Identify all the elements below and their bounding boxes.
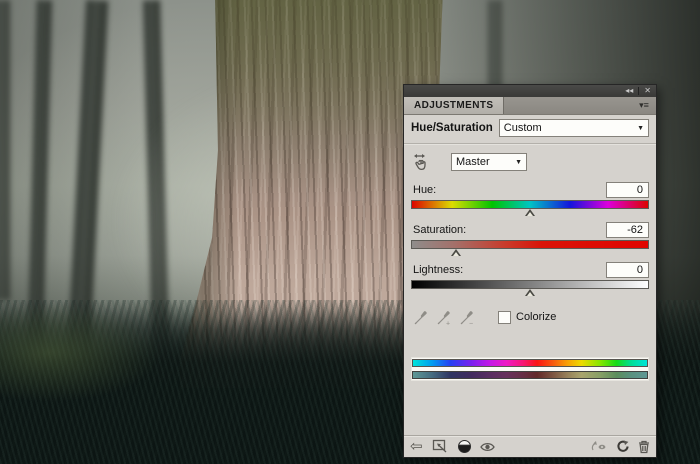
collapse-panel-button[interactable]: ◂◂ <box>620 87 638 95</box>
toggle-layer-visibility-button[interactable] <box>457 438 471 455</box>
adjustment-title: Hue/Saturation <box>411 122 493 134</box>
chevron-down-icon: ▼ <box>515 158 522 166</box>
saturation-value-field[interactable]: -62 <box>606 221 649 238</box>
reset-icon <box>617 440 629 452</box>
visibility-ball-icon <box>457 440 471 453</box>
colorize-label: Colorize <box>516 311 557 323</box>
saturation-label: Saturation: <box>413 223 467 236</box>
saturation-slider-marker[interactable] <box>451 249 462 256</box>
eyedropper-subtract-icon[interactable]: − <box>459 309 475 326</box>
background-tree <box>0 0 10 300</box>
hue-slider-group: Hue: 0 <box>411 181 649 217</box>
delete-adjustment-button[interactable] <box>638 438 650 455</box>
chevron-down-icon: ▼ <box>637 124 644 132</box>
panel-menu-icon[interactable]: ▾≡ <box>636 99 652 111</box>
divider <box>404 143 656 145</box>
plus-sign: + <box>446 320 450 326</box>
lightness-gradient-bar[interactable] <box>411 280 649 289</box>
channel-dropdown-value: Master <box>456 156 490 168</box>
close-panel-button[interactable]: ✕ <box>639 87 656 95</box>
minus-sign: − <box>469 320 473 326</box>
previous-state-icon <box>591 441 606 451</box>
panel-tabstrip: ADJUSTMENTS ▾≡ <box>404 97 656 115</box>
reset-adjustment-button[interactable] <box>616 438 629 455</box>
saturation-slider-group: Saturation: -62 <box>411 221 649 257</box>
colorize-option[interactable]: Colorize <box>498 310 557 324</box>
trash-icon <box>639 440 649 453</box>
adjustments-panel: ◂◂ ✕ ADJUSTMENTS ▾≡ Hue/Saturation Custo… <box>403 84 657 458</box>
view-previous-state-button[interactable] <box>590 438 607 455</box>
targeted-adjustment-tool-icon[interactable] <box>413 153 433 171</box>
screenshot-root: ◂◂ ✕ ADJUSTMENTS ▾≡ Hue/Saturation Custo… <box>0 0 700 464</box>
hue-value-field[interactable]: 0 <box>606 181 649 198</box>
layer-visibility-eye-button[interactable] <box>479 438 495 455</box>
panel-titlebar: ◂◂ ✕ <box>404 85 656 97</box>
preset-dropdown[interactable]: Custom ▼ <box>498 119 649 137</box>
panel-bottom-toolbar: ⇦ <box>404 435 656 457</box>
output-hue-spectrum-bar <box>412 371 648 379</box>
back-arrow-icon: ⇦ <box>410 438 423 455</box>
channel-dropdown[interactable]: Master ▼ <box>451 153 527 171</box>
eyedropper-icon[interactable] <box>413 309 429 326</box>
lightness-slider-marker[interactable] <box>525 289 535 296</box>
clip-to-layer-icon <box>432 439 447 453</box>
eye-icon <box>479 442 495 451</box>
clip-to-layer-button[interactable] <box>432 438 449 455</box>
return-to-adjustment-list-button[interactable]: ⇦ <box>410 438 423 455</box>
input-hue-spectrum-bar <box>412 359 648 367</box>
lightness-value-field[interactable]: 0 <box>606 261 649 278</box>
hue-gradient-bar[interactable] <box>411 200 649 209</box>
hue-spectrum-display <box>411 357 649 381</box>
colorize-checkbox[interactable] <box>498 310 511 324</box>
eyedropper-add-icon[interactable]: + <box>436 309 452 326</box>
saturation-gradient-bar[interactable] <box>411 240 649 249</box>
hue-label: Hue: <box>413 183 437 196</box>
panel-content: Hue/Saturation Custom ▼ Master ▼ Hue: 0 … <box>404 115 656 438</box>
tab-adjustments[interactable]: ADJUSTMENTS <box>404 97 505 114</box>
hue-slider-marker[interactable] <box>525 209 535 216</box>
lightness-slider-group: Lightness: 0 <box>411 261 649 297</box>
lightness-label: Lightness: <box>413 263 464 276</box>
preset-dropdown-value: Custom <box>503 122 542 134</box>
